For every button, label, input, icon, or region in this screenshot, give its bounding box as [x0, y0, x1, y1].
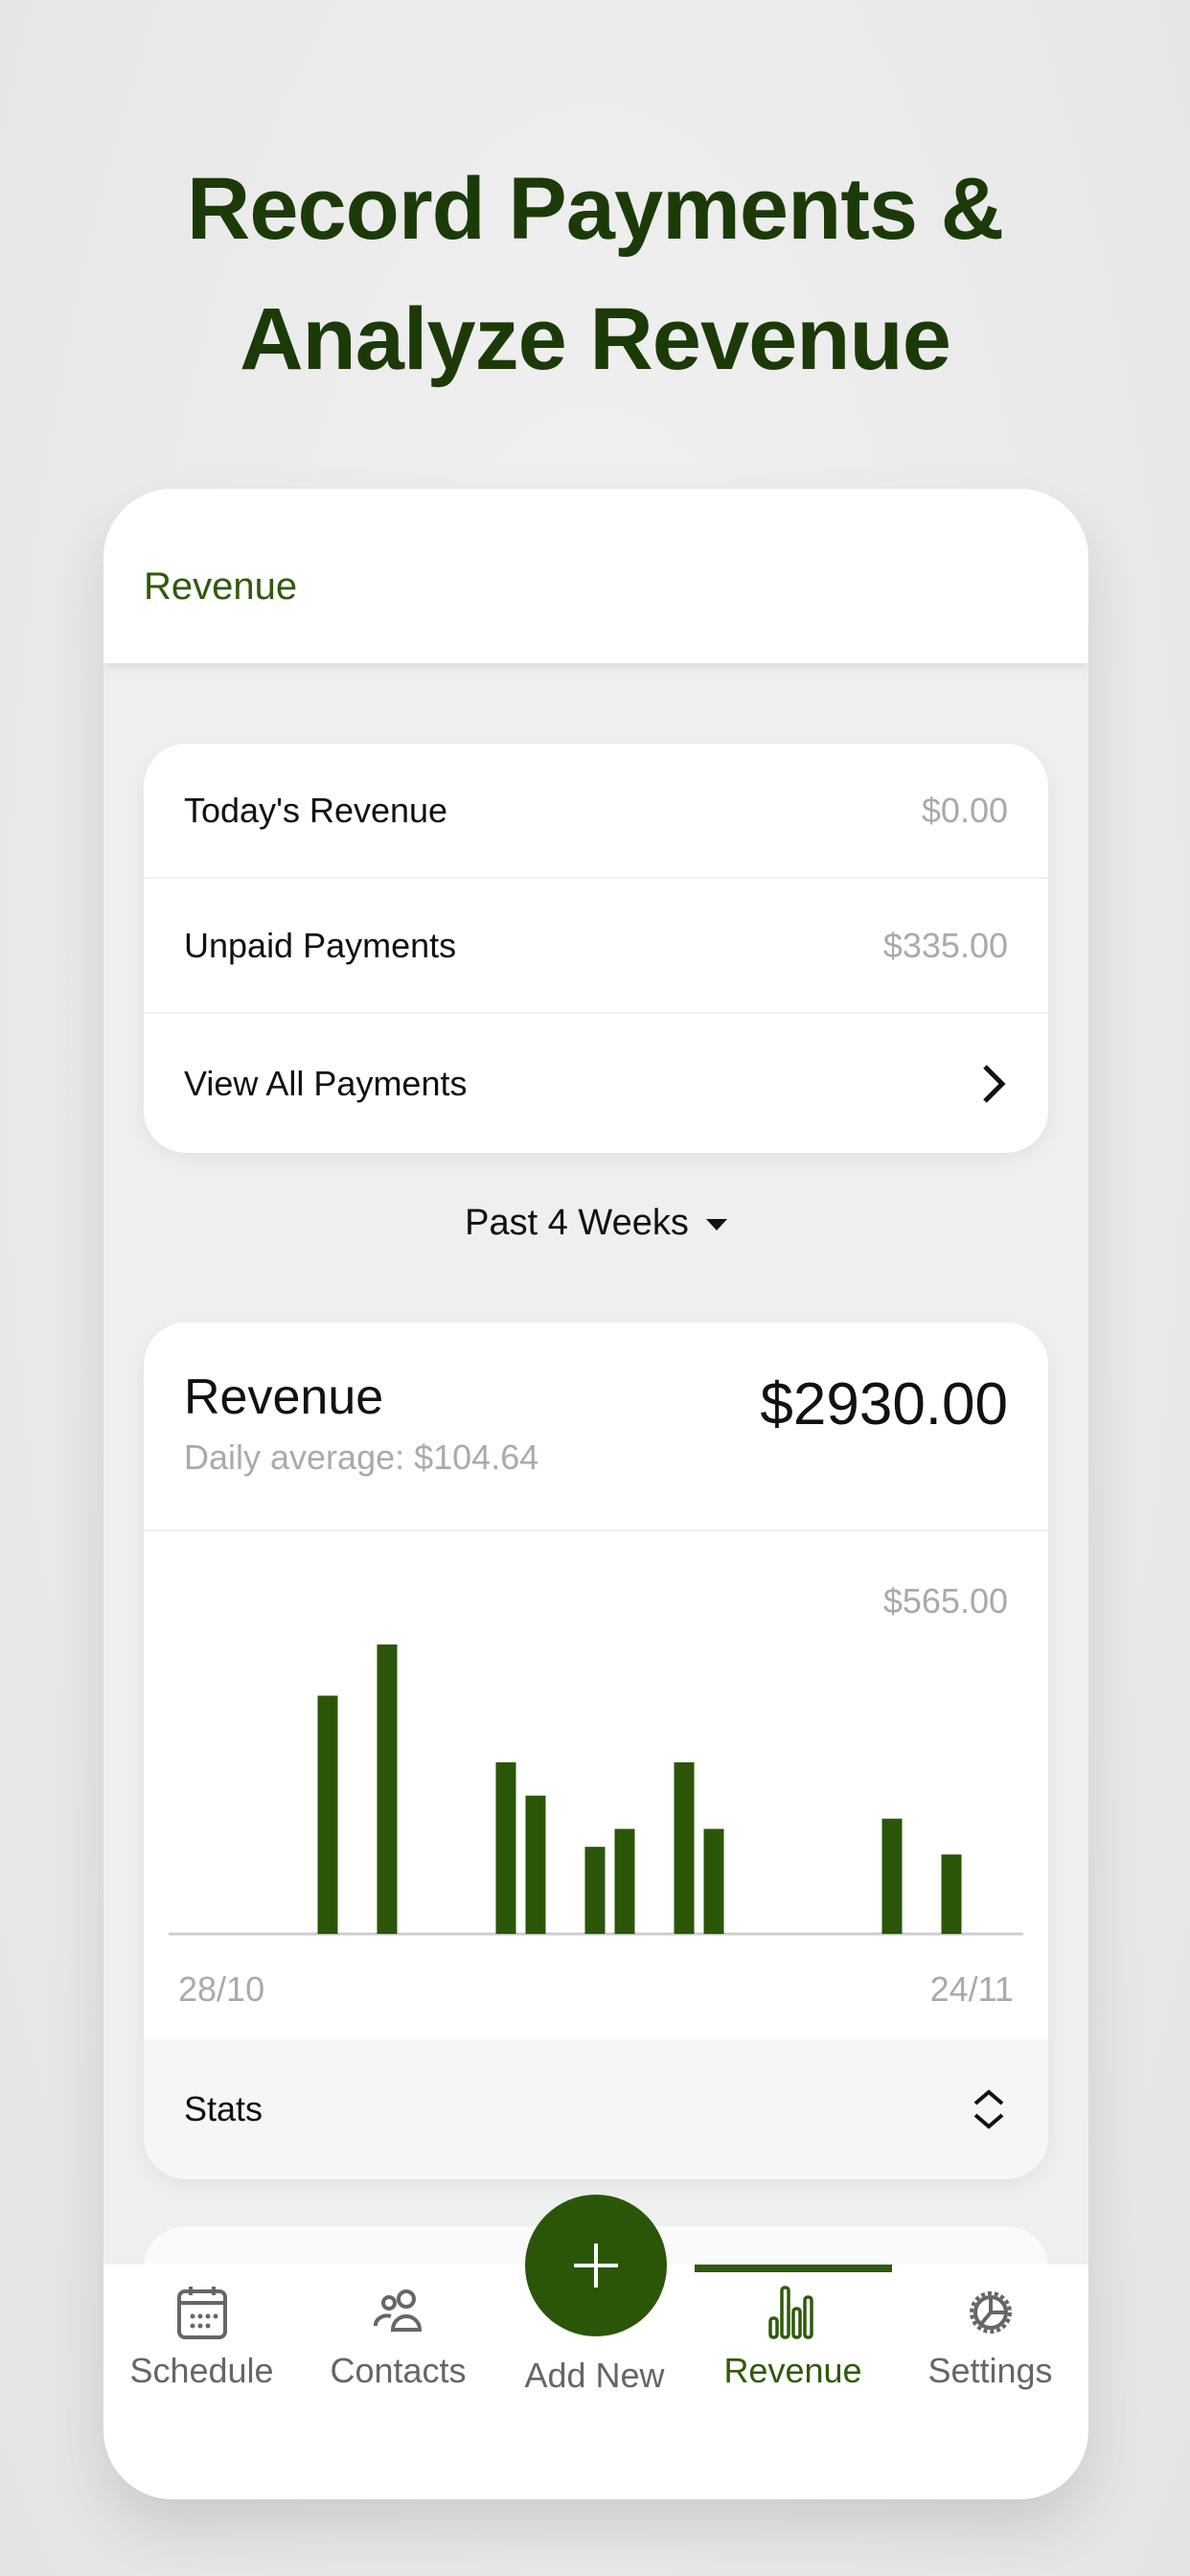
nav-label: Schedule: [129, 2351, 274, 2390]
max-value-label: $565.00: [883, 1581, 1008, 1621]
active-tab-indicator: [695, 2265, 892, 2272]
revenue-card: Revenue Daily average: $104.64 $2930.00 …: [144, 1322, 1048, 2179]
phone-screen: Revenue Today's Revenue $0.00 Unpaid Paym…: [103, 489, 1088, 2499]
row-label: View All Payments: [184, 1063, 468, 1103]
bar-12/11: [614, 1828, 635, 1934]
bar-8/11: [495, 1761, 516, 1934]
bar-4/11: [377, 1644, 398, 1934]
view-all-payments-row[interactable]: View All Payments: [144, 1014, 1048, 1153]
nav-settings[interactable]: Settings: [892, 2284, 1088, 2391]
calendar-icon: [176, 2287, 227, 2339]
bar-2/11: [317, 1695, 338, 1934]
nav-add-new[interactable]: Add New: [496, 2356, 693, 2396]
nav-label: Add New: [524, 2356, 665, 2395]
nav-label: Settings: [927, 2351, 1053, 2390]
bar-9/11: [525, 1795, 546, 1934]
revenue-total: $2930.00: [760, 1371, 1008, 1438]
daily-average: Daily average: $104.64: [184, 1438, 539, 1477]
x-end-label: 24/11: [930, 1969, 1014, 2009]
revenue-bar-chart: $565.00 28/10 24/11: [169, 1581, 1023, 2009]
chevron-right-icon: [983, 1064, 1006, 1103]
plus-icon: [574, 2243, 618, 2288]
todays-revenue-row: Today's Revenue $0.00: [144, 744, 1048, 879]
revenue-chart: $565.00 28/10 24/11: [144, 1531, 1048, 2039]
row-label: Unpaid Payments: [184, 925, 457, 965]
headline: Record Payments & Analyze Revenue: [0, 144, 1190, 404]
row-value: $335.00: [882, 925, 1008, 965]
bar-15/11: [703, 1828, 724, 1934]
period-dropdown[interactable]: Past 4 Weeks: [103, 1203, 1088, 1244]
period-label: Past 4 Weeks: [465, 1203, 689, 1243]
row-label: Today's Revenue: [184, 790, 448, 830]
row-value: $0.00: [921, 790, 1008, 830]
nav-contacts[interactable]: Contacts: [300, 2284, 496, 2391]
headline-line-2: Analyze Revenue: [240, 290, 951, 388]
revenue-title: Revenue: [184, 1369, 384, 1425]
caret-down-icon: [705, 1218, 727, 1230]
expand-collapse-icon: [973, 2089, 1004, 2129]
bar-chart-icon: [767, 2286, 813, 2339]
bar-11/11: [584, 1847, 606, 1934]
add-new-button[interactable]: [525, 2195, 667, 2336]
unpaid-payments-row[interactable]: Unpaid Payments $335.00: [144, 879, 1048, 1014]
top-bar: Revenue: [103, 489, 1088, 663]
bar-21/11: [881, 1818, 903, 1934]
bar-23/11: [941, 1854, 962, 1934]
contacts-icon: [373, 2289, 422, 2332]
bar-14/11: [674, 1761, 695, 1934]
headline-line-1: Record Payments &: [186, 160, 1004, 258]
stats-toggle[interactable]: Stats: [144, 2039, 1048, 2179]
gear-icon: [969, 2291, 1012, 2334]
nav-revenue[interactable]: Revenue: [695, 2284, 891, 2391]
summary-card: Today's Revenue $0.00 Unpaid Payments $335…: [144, 744, 1048, 1153]
nav-label: Revenue: [723, 2351, 862, 2390]
x-start-label: 28/10: [178, 1969, 264, 2009]
page-title: Revenue: [144, 565, 298, 608]
nav-schedule[interactable]: Schedule: [103, 2284, 300, 2391]
nav-label: Contacts: [330, 2351, 467, 2390]
stats-label: Stats: [184, 2089, 263, 2128]
